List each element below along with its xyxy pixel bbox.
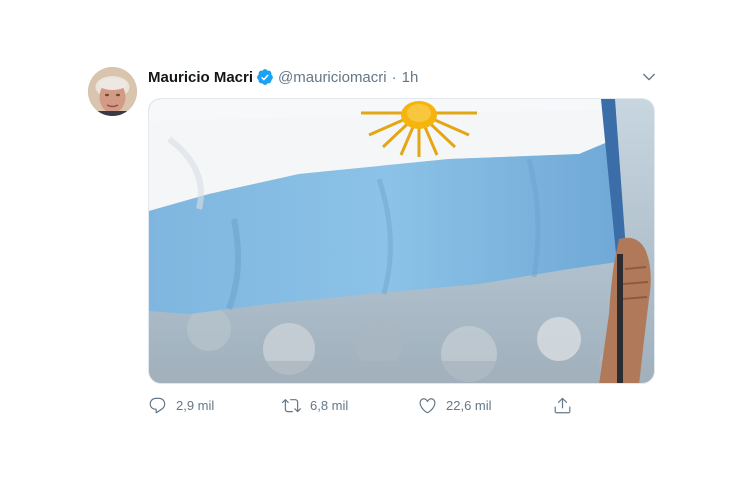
tweet: Mauricio Macri @mauriciomacri · 1h 2,9 m… — [0, 0, 745, 483]
verified-badge-icon — [256, 68, 274, 86]
tweet-timestamp[interactable]: 1h — [402, 69, 419, 86]
separator-dot: · — [391, 68, 397, 86]
share-button[interactable] — [553, 394, 581, 416]
author-name[interactable]: Mauricio Macri — [148, 69, 253, 86]
like-button[interactable]: 22,6 mil — [418, 394, 492, 416]
avatar[interactable] — [88, 67, 137, 116]
avatar-image — [88, 67, 137, 116]
share-icon — [554, 397, 571, 413]
tweet-header: Mauricio Macri @mauriciomacri · 1h — [148, 66, 418, 88]
retweet-icon — [282, 398, 301, 412]
argentina-flag-image — [149, 99, 654, 383]
author-handle[interactable]: @mauriciomacri — [278, 69, 387, 86]
tweet-media-image[interactable] — [148, 98, 655, 384]
retweet-count: 6,8 mil — [310, 397, 349, 413]
reply-icon — [149, 397, 166, 413]
like-count: 22,6 mil — [446, 397, 492, 413]
retweet-button[interactable]: 6,8 mil — [282, 394, 348, 416]
tweet-actions: 2,9 mil 6,8 mil 22,6 mil — [148, 394, 578, 416]
heart-icon — [419, 397, 436, 413]
reply-button[interactable]: 2,9 mil — [148, 394, 214, 416]
reply-count: 2,9 mil — [176, 397, 215, 413]
chevron-down-icon[interactable] — [640, 68, 658, 86]
